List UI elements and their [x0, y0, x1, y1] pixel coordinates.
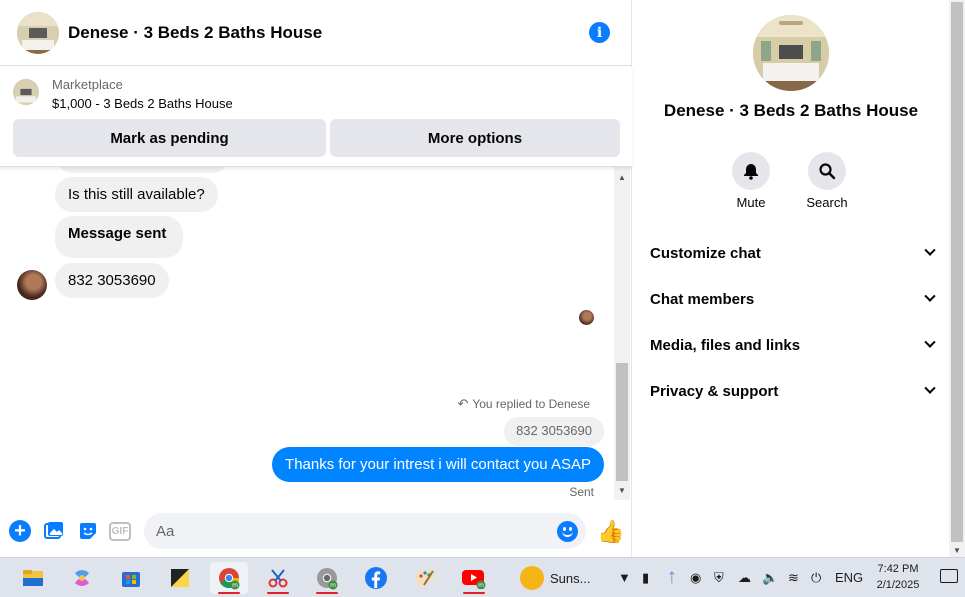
- reply-indicator: ↶ You replied to Denese: [457, 396, 590, 412]
- paint-icon[interactable]: [406, 562, 444, 594]
- chevron-down-icon: [924, 290, 936, 302]
- sticker-icon[interactable]: [77, 520, 99, 542]
- marketplace-banner: Marketplace $1,000 - 3 Beds 2 Baths Hous…: [0, 67, 632, 167]
- section-label: Chat members: [650, 290, 755, 308]
- youtube-icon[interactable]: m: [455, 562, 493, 594]
- mark-as-pending-button[interactable]: Mark as pending: [13, 119, 326, 157]
- message-list: Is this still available? Message sent 83…: [0, 167, 614, 500]
- svg-text:m: m: [330, 582, 336, 589]
- house-photo-icon: [17, 11, 59, 54]
- composer: + GIF Aa 👍: [0, 505, 632, 557]
- house-photo-icon: [753, 15, 829, 91]
- house-photo-icon: [13, 79, 39, 105]
- search-button[interactable]: Search: [797, 152, 857, 210]
- listing-title[interactable]: $1,000 - 3 Beds 2 Baths House: [52, 96, 233, 111]
- weather-text: Suns...: [550, 570, 591, 586]
- reply-indicator-text: You replied to Denese: [472, 397, 590, 411]
- contact-name: Denese · 3 Beds 2 Baths House: [663, 101, 919, 120]
- conversation-pane: Denese · 3 Beds 2 Baths House i Marketpl…: [0, 0, 632, 557]
- sticky-notes-icon[interactable]: [161, 562, 199, 594]
- previous-message-bubble: [55, 167, 230, 173]
- chat-header: Denese · 3 Beds 2 Baths House i: [0, 0, 632, 66]
- snipping-tool-icon[interactable]: [259, 562, 297, 594]
- search-label: Search: [806, 195, 848, 210]
- security-shield-icon[interactable]: ⛨: [714, 570, 724, 586]
- volume-icon[interactable]: 🔈: [762, 570, 778, 586]
- message-status: Sent: [569, 485, 594, 499]
- section-chat-members[interactable]: Chat members: [650, 288, 936, 310]
- language-indicator[interactable]: ENG: [835, 570, 863, 585]
- cloud-offline-icon[interactable]: ☁: [738, 570, 751, 586]
- chevron-down-icon: [924, 336, 936, 348]
- incoming-message[interactable]: 832 3053690: [55, 263, 169, 298]
- conversation-info-panel: Denese · 3 Beds 2 Baths House Mute Searc…: [633, 0, 949, 557]
- more-options-button[interactable]: More options: [330, 119, 620, 157]
- message-input[interactable]: Aa: [144, 513, 586, 549]
- chrome-profile-icon[interactable]: m: [210, 562, 248, 594]
- taskbar: m m m Suns... ▼ ▮ ᛏ ◉ ⛨ ☁ 🔈 ≋ ⏻ ENG 7:42…: [0, 557, 965, 597]
- scrollbar-thumb[interactable]: [616, 363, 628, 481]
- scroll-down-arrow-icon[interactable]: ▼: [614, 482, 630, 498]
- listing-thumbnail[interactable]: [13, 79, 39, 105]
- reply-arrow-icon: ↶: [457, 396, 469, 411]
- quoted-message[interactable]: 832 3053690: [504, 417, 604, 446]
- photo-gallery-icon[interactable]: [43, 520, 65, 542]
- section-media-files-links[interactable]: Media, files and links: [650, 334, 936, 356]
- sender-avatar[interactable]: [17, 270, 47, 300]
- contact-avatar-large[interactable]: [753, 15, 829, 91]
- section-label: Customize chat: [650, 244, 761, 262]
- message-scrollbar[interactable]: ▲ ▼: [614, 167, 630, 500]
- section-label: Privacy & support: [650, 382, 779, 400]
- mute-button[interactable]: Mute: [721, 152, 781, 210]
- section-customize-chat[interactable]: Customize chat: [650, 242, 936, 264]
- app-window: Denese · 3 Beds 2 Baths House i Marketpl…: [0, 0, 965, 597]
- power-plug-icon[interactable]: ⏻: [811, 570, 821, 586]
- vpn-shield-icon[interactable]: ▼: [618, 570, 631, 585]
- svg-text:m: m: [478, 582, 484, 589]
- wifi-icon[interactable]: ≋: [788, 570, 799, 586]
- svg-text:m: m: [232, 582, 238, 589]
- marketplace-label: Marketplace: [52, 77, 123, 92]
- page-scrollbar[interactable]: ▼: [949, 0, 965, 557]
- system-clock[interactable]: 7:42 PM 2/1/2025: [870, 561, 926, 593]
- chat-title[interactable]: Denese · 3 Beds 2 Baths House: [68, 23, 322, 43]
- info-icon[interactable]: i: [589, 22, 610, 43]
- clock-date: 2/1/2025: [876, 579, 920, 591]
- battery-icon[interactable]: ▮: [642, 570, 649, 586]
- plus-icon[interactable]: +: [9, 520, 31, 542]
- read-receipt-avatar: [579, 310, 594, 325]
- incoming-message[interactable]: Is this still available?: [55, 177, 218, 212]
- mute-label: Mute: [736, 195, 766, 210]
- chevron-down-icon: [924, 382, 936, 394]
- facebook-icon[interactable]: [357, 562, 395, 594]
- page-scrollbar-thumb[interactable]: [951, 2, 963, 542]
- bluetooth-icon[interactable]: ᛏ: [668, 570, 676, 585]
- emoji-icon[interactable]: [557, 521, 578, 542]
- copilot-icon[interactable]: [63, 562, 101, 594]
- chrome-profile-2-icon[interactable]: m: [308, 562, 346, 594]
- contact-avatar[interactable]: [17, 11, 59, 54]
- message-input-placeholder: Aa: [156, 522, 175, 540]
- search-icon[interactable]: [808, 152, 846, 190]
- notifications-icon[interactable]: [940, 569, 958, 583]
- outgoing-message[interactable]: Thanks for your intrest i will contact y…: [272, 447, 604, 482]
- gif-icon[interactable]: GIF: [109, 522, 131, 541]
- bell-icon[interactable]: [732, 152, 770, 190]
- section-label: Media, files and links: [650, 336, 801, 354]
- sun-icon: [520, 566, 544, 590]
- thumbs-up-icon[interactable]: 👍: [597, 519, 624, 545]
- scroll-down-arrow-icon[interactable]: ▼: [949, 543, 965, 557]
- section-privacy-support[interactable]: Privacy & support: [650, 380, 936, 402]
- incoming-message[interactable]: Message sent: [55, 216, 184, 258]
- clock-time: 7:42 PM: [877, 563, 919, 575]
- microsoft-store-icon[interactable]: [112, 562, 150, 594]
- antivirus-icon[interactable]: ◉: [690, 570, 701, 586]
- chevron-down-icon: [924, 244, 936, 256]
- file-explorer-icon[interactable]: [14, 562, 52, 594]
- scroll-up-arrow-icon[interactable]: ▲: [614, 169, 630, 185]
- weather-widget[interactable]: Suns...: [520, 566, 590, 590]
